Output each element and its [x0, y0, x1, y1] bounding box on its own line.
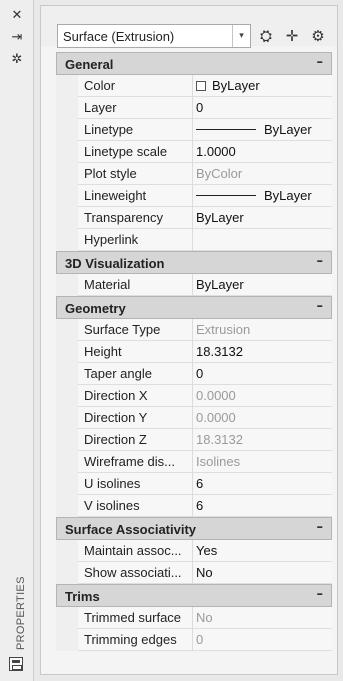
- collapse-icon[interactable]: –: [317, 55, 324, 70]
- property-row-linetype[interactable]: Linetype ByLayer: [56, 119, 332, 141]
- property-value: 0: [196, 632, 204, 647]
- property-row-v-isolines[interactable]: V isolines 6: [56, 495, 332, 517]
- property-value[interactable]: ByLayer: [196, 210, 326, 225]
- property-value: 18.3132: [196, 432, 243, 447]
- property-row-taper-angle[interactable]: Taper angle 0: [56, 363, 332, 385]
- section-general[interactable]: General –: [56, 52, 332, 75]
- property-row-direction-z[interactable]: Direction Z 18.3132: [56, 429, 332, 451]
- object-type-select[interactable]: Surface (Extrusion) ▾: [57, 24, 251, 48]
- palette-side-strip: ✕ ⇥ ✲ PROPERTIES: [0, 0, 34, 681]
- property-value[interactable]: No: [196, 565, 326, 580]
- property-row-u-isolines[interactable]: U isolines 6: [56, 473, 332, 495]
- linetype-preview-icon: [196, 129, 256, 130]
- property-row-surface-type[interactable]: Surface Type Extrusion: [56, 319, 332, 341]
- color-swatch-icon: [196, 81, 206, 91]
- property-name: U isolines: [84, 476, 141, 491]
- property-value[interactable]: 0: [196, 100, 326, 115]
- collapse-icon[interactable]: –: [317, 299, 324, 314]
- property-row-linetype-scale[interactable]: Linetype scale 1.0000: [56, 141, 332, 163]
- property-row-color[interactable]: Color ByLayer: [56, 75, 332, 97]
- lineweight-preview-icon: [196, 195, 256, 196]
- section-trims[interactable]: Trims –: [56, 584, 332, 607]
- collapse-icon[interactable]: –: [317, 587, 324, 602]
- property-name: Lineweight: [84, 188, 147, 203]
- property-name: Trimming edges: [84, 632, 177, 647]
- property-row-show-associativity[interactable]: Show associati... No: [56, 562, 332, 584]
- property-row-lineweight[interactable]: Lineweight ByLayer: [56, 185, 332, 207]
- pickadd-toggle-icon[interactable]: ⚙: [307, 26, 329, 46]
- property-row-trimming-edges[interactable]: Trimming edges 0: [56, 629, 332, 651]
- property-name: Hyperlink: [84, 232, 139, 247]
- property-value: 0.0000: [196, 410, 236, 425]
- section-geometry[interactable]: Geometry –: [56, 296, 332, 319]
- palette-title: PROPERTIES: [15, 576, 27, 650]
- property-value[interactable]: 6: [196, 498, 326, 513]
- property-name: Height: [84, 344, 122, 359]
- property-value[interactable]: 0: [196, 366, 326, 381]
- property-name: Linetype: [84, 122, 134, 137]
- property-value: ByLayer: [264, 188, 312, 203]
- property-name: Linetype scale: [84, 144, 168, 159]
- property-name: Transparency: [84, 210, 163, 225]
- property-value: Extrusion: [196, 322, 251, 337]
- property-value[interactable]: 6: [196, 476, 326, 491]
- property-name: Direction X: [84, 388, 148, 403]
- property-name: Wireframe dis...: [84, 454, 176, 469]
- chevron-down-icon[interactable]: ▾: [232, 25, 250, 47]
- property-value: 0.0000: [196, 388, 236, 403]
- property-row-trimmed-surface[interactable]: Trimmed surface No: [56, 607, 332, 629]
- object-type-value: Surface (Extrusion): [63, 29, 175, 44]
- property-name: Material: [84, 277, 131, 292]
- property-name: Direction Y: [84, 410, 148, 425]
- property-name: Direction Z: [84, 432, 147, 447]
- section-title: Trims: [65, 589, 100, 604]
- property-row-direction-y[interactable]: Direction Y 0.0000: [56, 407, 332, 429]
- property-row-transparency[interactable]: Transparency ByLayer: [56, 207, 332, 229]
- auto-hide-icon[interactable]: ⇥: [0, 30, 34, 46]
- property-row-hyperlink[interactable]: Hyperlink: [56, 229, 332, 251]
- property-value[interactable]: ByLayer: [196, 277, 326, 292]
- section-title: 3D Visualization: [65, 256, 165, 271]
- property-name: Show associati...: [84, 565, 182, 580]
- property-row-wireframe-display[interactable]: Wireframe dis... Isolines: [56, 451, 332, 473]
- select-objects-icon[interactable]: ✛: [281, 26, 303, 46]
- section-3d-visualization[interactable]: 3D Visualization –: [56, 251, 332, 274]
- section-surface-associativity[interactable]: Surface Associativity –: [56, 517, 332, 540]
- property-value[interactable]: 1.0000: [196, 144, 326, 159]
- property-name: V isolines: [84, 498, 140, 513]
- property-grid: General – Color ByLayer Layer 0 Linetype…: [56, 52, 332, 651]
- property-name: Taper angle: [84, 366, 152, 381]
- section-title: Surface Associativity: [65, 522, 197, 537]
- property-value: ByColor: [196, 166, 243, 181]
- property-value: Isolines: [196, 454, 241, 469]
- collapse-icon[interactable]: –: [317, 254, 324, 269]
- close-icon[interactable]: ✕: [0, 8, 34, 24]
- property-row-direction-x[interactable]: Direction X 0.0000: [56, 385, 332, 407]
- property-name: Plot style: [84, 166, 137, 181]
- property-row-plot-style[interactable]: Plot style ByColor: [56, 163, 332, 185]
- properties-toolbar: Surface (Extrusion) ▾ ⛭ ✛ ⚙: [41, 6, 337, 48]
- property-name: Surface Type: [84, 322, 161, 337]
- property-name: Layer: [84, 100, 117, 115]
- property-name: Maintain assoc...: [84, 543, 182, 558]
- property-value[interactable]: 18.3132: [196, 344, 326, 359]
- property-row-material[interactable]: Material ByLayer: [56, 274, 332, 296]
- property-name: Color: [84, 78, 116, 93]
- property-row-maintain-associativity[interactable]: Maintain assoc... Yes: [56, 540, 332, 562]
- quick-select-icon[interactable]: ⛭: [255, 26, 277, 46]
- palette-settings-icon[interactable]: ✲: [0, 52, 34, 68]
- property-value: No: [196, 610, 213, 625]
- property-row-height[interactable]: Height 18.3132: [56, 341, 332, 363]
- property-row-layer[interactable]: Layer 0: [56, 97, 332, 119]
- collapse-icon[interactable]: –: [317, 520, 324, 535]
- section-title: Geometry: [65, 301, 126, 316]
- section-title: General: [65, 57, 114, 72]
- property-value[interactable]: Yes: [196, 543, 326, 558]
- palette-menu-icon[interactable]: [9, 657, 23, 671]
- property-value: ByLayer: [212, 78, 260, 93]
- property-value: ByLayer: [264, 122, 312, 137]
- property-name: Trimmed surface: [84, 610, 182, 625]
